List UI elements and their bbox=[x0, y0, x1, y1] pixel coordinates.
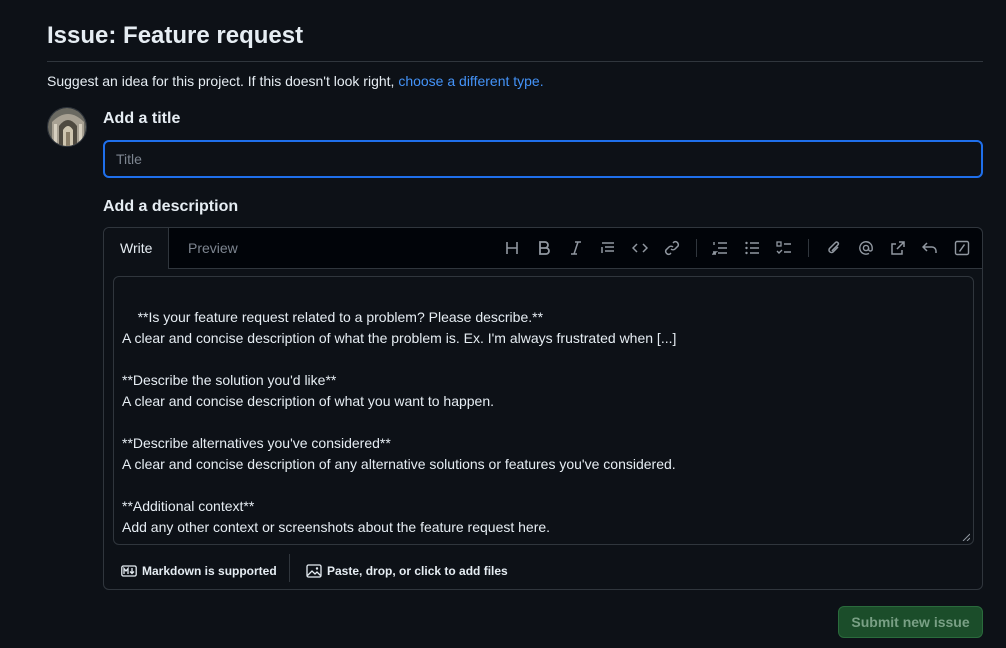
page-title: Issue: Feature request bbox=[47, 22, 304, 49]
markdown-icon bbox=[121, 565, 137, 577]
editor-footer: Markdown is supported Paste, drop, or cl… bbox=[104, 553, 982, 589]
link-icon[interactable] bbox=[662, 238, 682, 258]
mention-icon[interactable] bbox=[856, 238, 876, 258]
attach-icon[interactable] bbox=[824, 238, 844, 258]
code-icon[interactable] bbox=[630, 238, 650, 258]
submit-new-issue-button[interactable]: Submit new issue bbox=[838, 606, 983, 638]
title-label: Add a title bbox=[103, 110, 181, 127]
choose-different-type-link[interactable]: choose a different type. bbox=[398, 73, 543, 89]
bold-icon[interactable] bbox=[534, 238, 554, 258]
markdown-editor: Write Preview **Is your feature request … bbox=[103, 227, 983, 590]
tab-preview[interactable]: Preview bbox=[172, 228, 254, 268]
divider bbox=[47, 61, 983, 62]
attach-note: Paste, drop, or click to add files bbox=[327, 564, 508, 578]
undo-icon[interactable] bbox=[920, 238, 940, 258]
description-text: **Is your feature request related to a p… bbox=[122, 309, 677, 535]
toolbar-divider bbox=[696, 239, 697, 257]
unordered-list-icon[interactable] bbox=[742, 238, 762, 258]
description-label: Add a description bbox=[103, 198, 239, 215]
footer-divider bbox=[289, 554, 290, 582]
markdown-note: Markdown is supported bbox=[142, 564, 277, 578]
image-icon bbox=[306, 564, 322, 578]
subtitle-text: Suggest an idea for this project. If thi… bbox=[47, 73, 395, 89]
title-input[interactable] bbox=[103, 140, 983, 178]
page-subtitle: Suggest an idea for this project. If thi… bbox=[47, 73, 544, 89]
markdown-supported-link[interactable]: Markdown is supported bbox=[121, 561, 277, 581]
tab-write[interactable]: Write bbox=[104, 228, 170, 269]
ordered-list-icon[interactable] bbox=[710, 238, 730, 258]
task-list-icon[interactable] bbox=[774, 238, 794, 258]
avatar bbox=[47, 107, 87, 147]
description-textarea[interactable]: **Is your feature request related to a p… bbox=[113, 276, 974, 545]
reference-icon[interactable] bbox=[888, 238, 908, 258]
attach-files-button[interactable]: Paste, drop, or click to add files bbox=[306, 561, 508, 581]
slash-command-icon[interactable] bbox=[952, 238, 972, 258]
quote-icon[interactable] bbox=[598, 238, 618, 258]
editor-header: Write Preview bbox=[104, 228, 982, 269]
heading-icon[interactable] bbox=[502, 238, 522, 258]
italic-icon[interactable] bbox=[566, 238, 586, 258]
resize-handle-icon[interactable] bbox=[962, 533, 970, 541]
toolbar-divider bbox=[808, 239, 809, 257]
